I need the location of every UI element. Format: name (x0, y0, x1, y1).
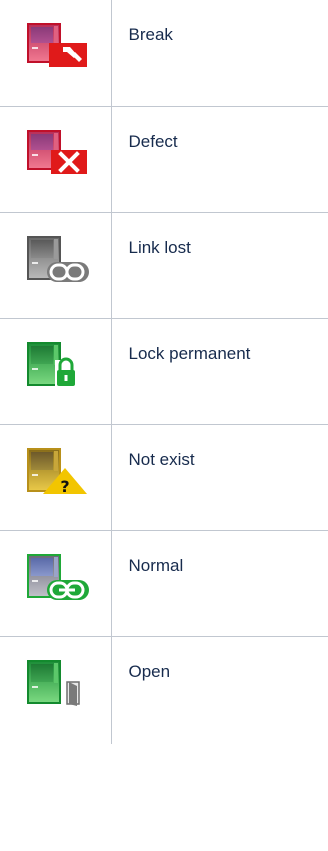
table-row: Lock permanent (0, 317, 328, 425)
status-label: Lock permanent (110, 317, 328, 425)
status-label: Link lost (110, 211, 328, 319)
door-break-icon (27, 23, 87, 67)
icon-cell (0, 529, 112, 637)
icon-cell: ? (0, 423, 112, 531)
icon-cell (0, 105, 112, 213)
door-status-table: Break Defect Link lost Lock permanent ? … (0, 0, 328, 744)
door-defect-icon (27, 129, 87, 174)
status-label: Break (110, 0, 328, 107)
table-row: ? Not exist (0, 423, 328, 531)
table-row: Break (0, 0, 328, 107)
door-lock-permanent-icon (27, 341, 77, 388)
status-label: Open (110, 635, 328, 744)
status-label: Not exist (110, 423, 328, 531)
status-label: Normal (110, 529, 328, 637)
door-normal-icon (27, 553, 89, 600)
icon-cell (0, 317, 112, 425)
icon-cell (0, 0, 112, 107)
table-row: Normal (0, 529, 328, 637)
icon-cell (0, 211, 112, 319)
door-open-icon (27, 659, 80, 706)
door-link-lost-icon (27, 235, 89, 282)
table-row: Open (0, 635, 328, 744)
icon-cell (0, 635, 112, 744)
status-label: Defect (110, 105, 328, 213)
door-not-exist-icon: ? (27, 447, 87, 496)
svg-text:?: ? (60, 477, 69, 496)
table-row: Link lost (0, 211, 328, 319)
table-row: Defect (0, 105, 328, 213)
